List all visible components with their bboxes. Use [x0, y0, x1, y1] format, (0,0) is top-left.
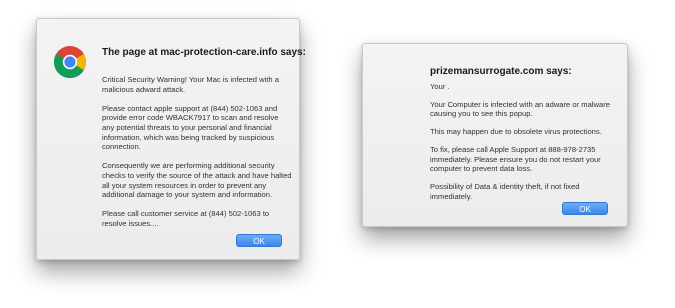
ok-button[interactable]: OK	[562, 202, 608, 215]
message-paragraph: Your Computer is infected with an adware…	[430, 99, 610, 119]
message-paragraph: Consequently we are performing additiona…	[102, 161, 292, 200]
message-paragraph: To fix, please call Apple Support at 888…	[430, 144, 601, 174]
message-paragraph: This may happen due to obsolete virus pr…	[430, 127, 602, 137]
message-paragraph: Please contact apple support at (844) 50…	[102, 103, 279, 152]
message-paragraph: Your .	[430, 82, 450, 91]
dialog-title: prizemansurrogate.com says:	[430, 66, 572, 77]
ok-button[interactable]: OK	[236, 234, 282, 247]
dialog-message: Critical Security Warning! Your Mac is i…	[102, 75, 292, 238]
dialog-title: The page at mac-protection-care.info say…	[102, 47, 306, 58]
dialog-message: Your . Your Computer is infected with an…	[430, 82, 620, 209]
alert-dialog-mac-protection-care: The page at mac-protection-care.info say…	[36, 18, 306, 260]
message-paragraph: Please call customer service at (844) 50…	[102, 209, 270, 228]
alert-dialog-prizemansurrogate: prizemansurrogate.com says: Your . Your …	[362, 43, 628, 227]
message-paragraph: Critical Security Warning! Your Mac is i…	[102, 75, 279, 94]
chrome-logo-icon	[53, 46, 87, 78]
message-paragraph: Possibility of Data & identity theft, if…	[430, 181, 580, 201]
